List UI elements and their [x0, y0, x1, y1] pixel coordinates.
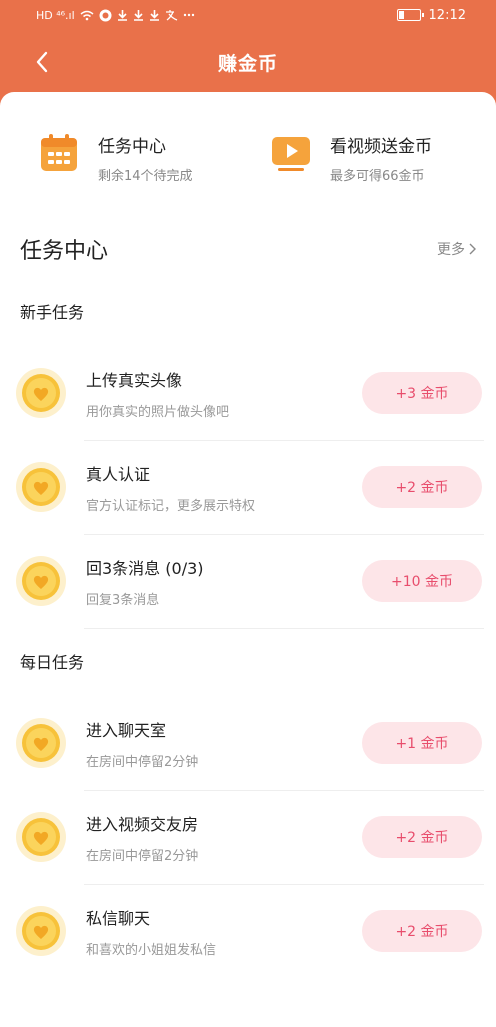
task-text: 进入视频交友房在房间中停留2分钟: [86, 811, 362, 864]
more-label: 更多: [437, 242, 465, 258]
heart-coin-icon: [16, 906, 66, 956]
watch-video-card[interactable]: 看视频送金币 最多可得66金币: [270, 120, 432, 190]
download-icon: [133, 10, 143, 21]
calendar-icon: [41, 134, 77, 171]
reward-button[interactable]: +10 金币: [362, 560, 482, 602]
wifi-icon: [80, 10, 94, 20]
reward-button[interactable]: +2 金币: [362, 466, 482, 508]
chevron-right-icon: [469, 243, 476, 255]
task-center-subtitle: 剩余14个待完成: [98, 169, 193, 184]
top-cards: 任务中心 剩余14个待完成 看视频送金币 最多可得66金币: [0, 120, 496, 190]
reward-button[interactable]: +3 金币: [362, 372, 482, 414]
download-icon: [117, 10, 127, 21]
heart-coin-icon: [16, 812, 66, 862]
task-text: 真人认证官方认证标记，更多展示特权: [86, 461, 362, 514]
task-desc: 官方认证标记，更多展示特权: [86, 498, 256, 514]
task-row[interactable]: 真人认证 官方认证标记，更多展示特权 +2 金币: [16, 440, 484, 534]
download-icon: [149, 10, 159, 21]
watch-video-subtitle: 最多可得66金币: [330, 169, 425, 184]
task-desc: 在房间中停留2分钟: [86, 754, 199, 770]
task-text: 进入聊天室在房间中停留2分钟: [86, 717, 362, 770]
task-center-title: 任务中心: [98, 137, 166, 157]
reward-button[interactable]: +2 金币: [362, 816, 482, 858]
task-text: 上传真实头像用你真实的照片做头像吧: [86, 367, 362, 420]
translate-icon: [165, 10, 177, 21]
task-name: 私信聊天: [86, 908, 151, 928]
task-text: 私信聊天和喜欢的小姐姐发私信: [86, 905, 362, 958]
task-desc: 回复3条消息: [86, 592, 160, 608]
divider: [84, 628, 484, 629]
more-dots-icon: [183, 13, 194, 17]
battery-icon: [396, 9, 424, 21]
task-name: 上传真实头像: [86, 370, 183, 390]
task-row[interactable]: 进入聊天室 在房间中停留2分钟 +1 金币: [16, 696, 484, 790]
status-right: 12:12: [396, 7, 466, 23]
task-row[interactable]: 私信聊天 和喜欢的小姐姐发私信 +2 金币: [16, 884, 484, 978]
header: 赚金币: [0, 30, 496, 94]
task-name: 回3条消息 (0/3): [86, 558, 204, 578]
task-center-card[interactable]: 任务中心 剩余14个待完成: [38, 120, 193, 190]
watch-video-title: 看视频送金币: [330, 137, 432, 157]
task-name: 真人认证: [86, 464, 151, 484]
heart-coin-icon: [16, 368, 66, 418]
chevron-left-icon: [36, 51, 48, 73]
task-row[interactable]: 回3条消息 (0/3) 回复3条消息 +10 金币: [16, 534, 484, 628]
status-badges: HD ⁴⁶.ıl: [36, 8, 75, 22]
task-row[interactable]: 进入视频交友房 在房间中停留2分钟 +2 金币: [16, 790, 484, 884]
status-bar: HD ⁴⁶.ıl 12:12: [0, 0, 496, 30]
more-link[interactable]: 更多: [437, 239, 476, 259]
task-name: 进入视频交友房: [86, 814, 199, 834]
section-header: 任务中心 更多: [20, 232, 476, 266]
notification-icon: [99, 9, 112, 21]
section-title: 任务中心: [20, 239, 109, 264]
heart-coin-icon: [16, 718, 66, 768]
task-name: 进入聊天室: [86, 720, 167, 740]
reward-button[interactable]: +1 金币: [362, 722, 482, 764]
heart-coin-icon: [16, 556, 66, 606]
group-title: 新手任务: [20, 303, 85, 322]
status-left: HD ⁴⁶.ıl: [36, 9, 195, 22]
task-row[interactable]: 上传真实头像 用你真实的照片做头像吧 +3 金币: [16, 346, 484, 440]
task-desc: 和喜欢的小姐姐发私信: [86, 942, 217, 958]
status-time: 12:12: [428, 7, 466, 23]
back-button[interactable]: [28, 48, 56, 76]
task-desc: 用你真实的照片做头像吧: [86, 404, 230, 420]
video-play-icon: [272, 137, 310, 171]
group-title: 每日任务: [20, 653, 85, 672]
task-text: 回3条消息 (0/3) 回复3条消息: [86, 555, 362, 608]
main-panel: 任务中心 剩余14个待完成 看视频送金币 最多可得66金币 任务中心 更多 新手…: [0, 92, 496, 1027]
task-desc: 在房间中停留2分钟: [86, 848, 199, 864]
page-title: 赚金币: [217, 52, 278, 75]
reward-button[interactable]: +2 金币: [362, 910, 482, 952]
heart-coin-icon: [16, 462, 66, 512]
